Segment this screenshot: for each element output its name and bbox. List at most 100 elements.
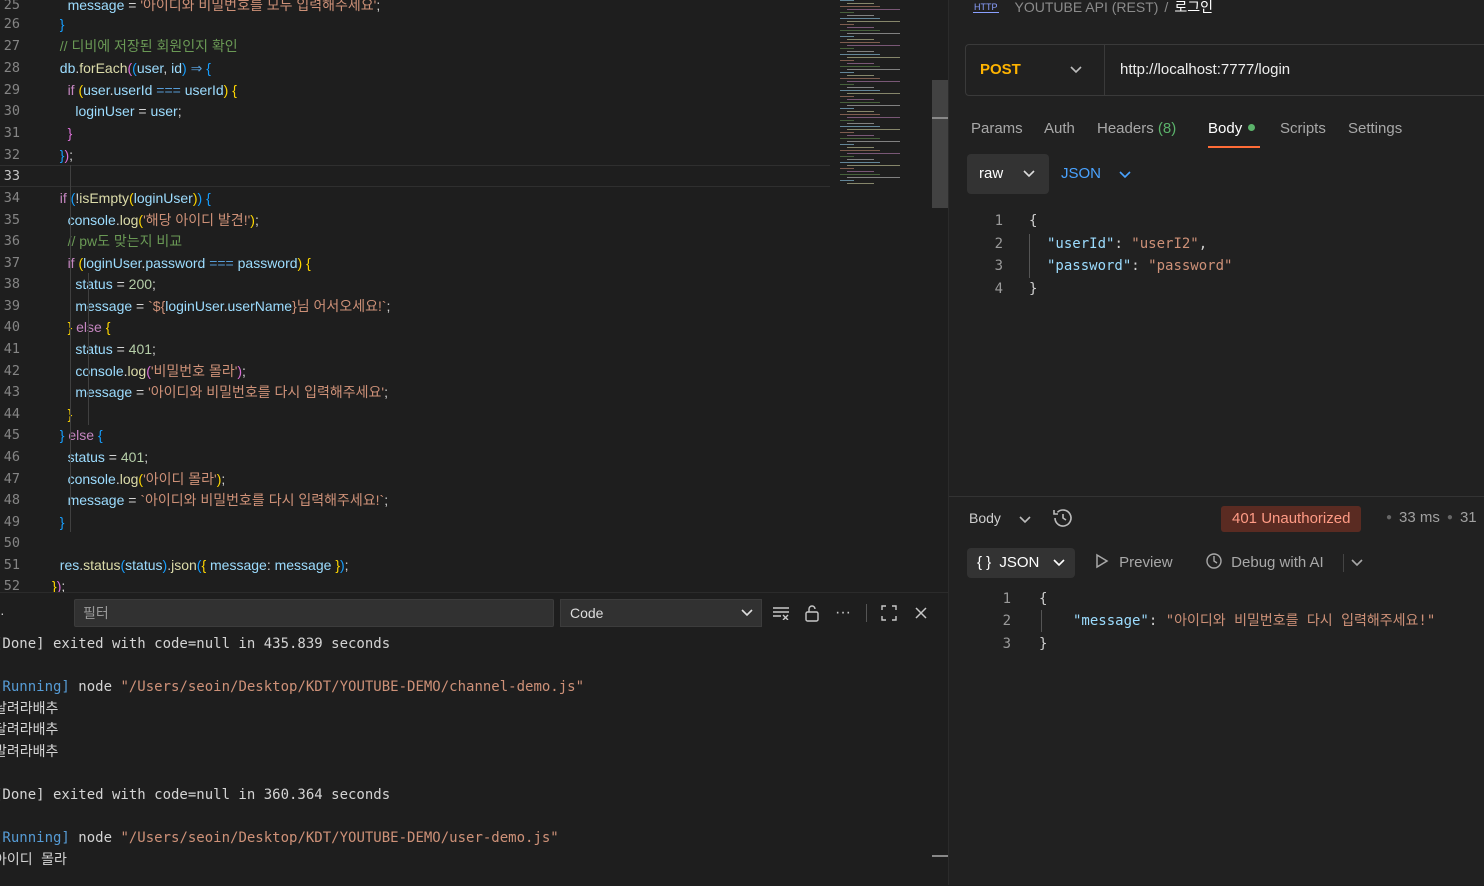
minimap-line: [847, 147, 874, 148]
tab-body-label: Body: [1208, 120, 1243, 137]
tab-body[interactable]: Body: [1208, 118, 1256, 140]
code-line-35: console.log('해당 아이디 발견!');: [67, 212, 259, 228]
minimap-line: [840, 138, 880, 139]
minimap-line: [840, 180, 854, 181]
active-tab-underline: [1208, 146, 1260, 148]
line-number: 3: [994, 258, 1003, 274]
http-method-select[interactable]: POST: [980, 45, 1021, 95]
line-number: 32: [3, 147, 20, 163]
breadcrumb-request-name[interactable]: 로그인: [1174, 0, 1213, 15]
chevron-down-icon: [741, 600, 753, 635]
toolbar-divider: [1343, 554, 1344, 572]
minimap-line: [840, 84, 854, 85]
status-badge[interactable]: 401 Unauthorized: [1221, 506, 1362, 532]
close-panel-icon[interactable]: [908, 599, 934, 627]
minimap-line: [840, 156, 854, 157]
minimap-line: [847, 27, 874, 28]
code-editor[interactable]: 25 26 27 28 29 30 31 32 33 34 35 36 37 38 39 40 41 42 43 44…: [0, 0, 948, 592]
chevron-down-icon[interactable]: [1070, 45, 1082, 116]
preview-label: Preview: [1119, 554, 1173, 571]
minimap-line: [847, 69, 900, 70]
minimap-line: [840, 12, 854, 13]
body-language-select[interactable]: JSON: [1061, 154, 1131, 194]
output-line: 날려라배추: [0, 701, 59, 717]
response-view-select[interactable]: Body: [969, 504, 1031, 534]
output-channel-select[interactable]: Code: [560, 599, 762, 627]
pane-divider[interactable]: [949, 496, 1484, 497]
editor-scrollbar-thumb[interactable]: [932, 80, 948, 208]
minimap[interactable]: [838, 0, 932, 200]
minimap-line: [847, 171, 874, 172]
api-client-pane: HTTP YOUTUBE API (REST) / 로그인 POST http://l…: [948, 0, 1484, 885]
json-close-brace: }: [1039, 636, 1048, 652]
clear-output-icon[interactable]: [768, 599, 794, 627]
lock-scroll-icon[interactable]: [799, 599, 825, 627]
minimap-line: [847, 99, 874, 100]
json-open-brace: {: [1029, 213, 1038, 229]
line-number-gutter: 25 26 27 28 29 30 31 32 33 34 35 36 37 38 39 40 41 42 43 44…: [0, 0, 40, 592]
response-size[interactable]: 31: [1460, 509, 1477, 526]
code-line-38: status = 200;: [75, 276, 156, 292]
minimap-line: [840, 60, 854, 61]
code-line-27: // 디비에 저장된 회원인지 확인: [59, 38, 238, 54]
code-line-42: console.log('비밀번호 몰라');: [75, 363, 246, 379]
more-actions-icon[interactable]: ···: [830, 599, 856, 627]
minimap-line: [840, 36, 854, 37]
debug-ai-icon: [1206, 553, 1222, 569]
code-line-30: loginUser = user;: [75, 103, 182, 119]
minimap-line: [840, 132, 854, 133]
code-line-28: db.forEach((user, id) ⇒ {: [59, 60, 211, 76]
line-number: 37: [3, 255, 20, 271]
minimap-line: [840, 168, 854, 169]
code-line-46: status = 401;: [67, 449, 149, 465]
response-time[interactable]: 33 ms: [1399, 509, 1440, 526]
output-line: 달려라배추: [0, 722, 59, 738]
json-open-brace: {: [1039, 591, 1048, 607]
line-number: 47: [3, 471, 20, 487]
minimap-line: [847, 183, 874, 184]
output-line: 발려라배추: [0, 744, 59, 760]
debug-with-ai-button[interactable]: Debug with AI: [1205, 548, 1324, 578]
minimap-line: [840, 30, 880, 31]
minimap-line: [840, 48, 854, 49]
line-number: 51: [3, 557, 20, 573]
tab-scripts[interactable]: Scripts: [1280, 118, 1326, 140]
minimap-line: [847, 81, 900, 82]
line-number: 46: [3, 449, 20, 465]
response-header-bar: Body 401 Unauthorized ● 33 ms ● 31: [949, 504, 1484, 532]
minimap-line: [840, 42, 880, 43]
json-line-password: "password": "password": [1047, 258, 1233, 274]
minimap-line: [847, 135, 874, 136]
line-number: 29: [3, 82, 20, 98]
line-number: 35: [3, 212, 20, 228]
body-mode-label: raw: [979, 165, 1004, 182]
code-area[interactable]: message = '아이디와 비밀번호를 모두 입력해주세요'; } // 디…: [52, 0, 832, 592]
output-line: [Done] exited with code=null in 360.364 …: [0, 787, 391, 803]
tab-headers[interactable]: Headers (8): [1097, 118, 1176, 140]
request-url-input[interactable]: http://localhost:7777/login: [1120, 45, 1290, 95]
line-number: 31: [3, 125, 20, 141]
minimap-line: [840, 96, 854, 97]
minimap-line: [847, 45, 900, 46]
body-indicator-dot: [1248, 124, 1256, 131]
panel-scrollbar-marker: [932, 855, 948, 857]
breadcrumb-collection[interactable]: YOUTUBE API (REST): [1015, 0, 1159, 15]
body-mode-select[interactable]: raw: [967, 154, 1049, 194]
minimap-line: [847, 117, 900, 118]
tab-params[interactable]: Params: [971, 118, 1023, 140]
chevron-down-icon[interactable]: [1351, 548, 1363, 589]
tab-settings[interactable]: Settings: [1348, 118, 1402, 140]
minimap-line: [847, 111, 874, 112]
response-format-select[interactable]: { } JSON: [967, 548, 1075, 578]
tab-auth[interactable]: Auth: [1044, 118, 1075, 140]
json-close-brace: }: [1029, 281, 1038, 297]
maximize-panel-icon[interactable]: [876, 599, 902, 627]
history-icon[interactable]: [1051, 506, 1075, 530]
response-meta: ● 33 ms ● 31: [1386, 509, 1477, 526]
debug-label: Debug with AI: [1231, 554, 1324, 571]
minimap-line: [840, 174, 880, 175]
preview-button[interactable]: Preview: [1095, 548, 1173, 578]
chevron-down-icon: [1019, 512, 1031, 526]
output-filter-input[interactable]: [74, 599, 554, 627]
code-line-40: } else {: [68, 319, 111, 335]
